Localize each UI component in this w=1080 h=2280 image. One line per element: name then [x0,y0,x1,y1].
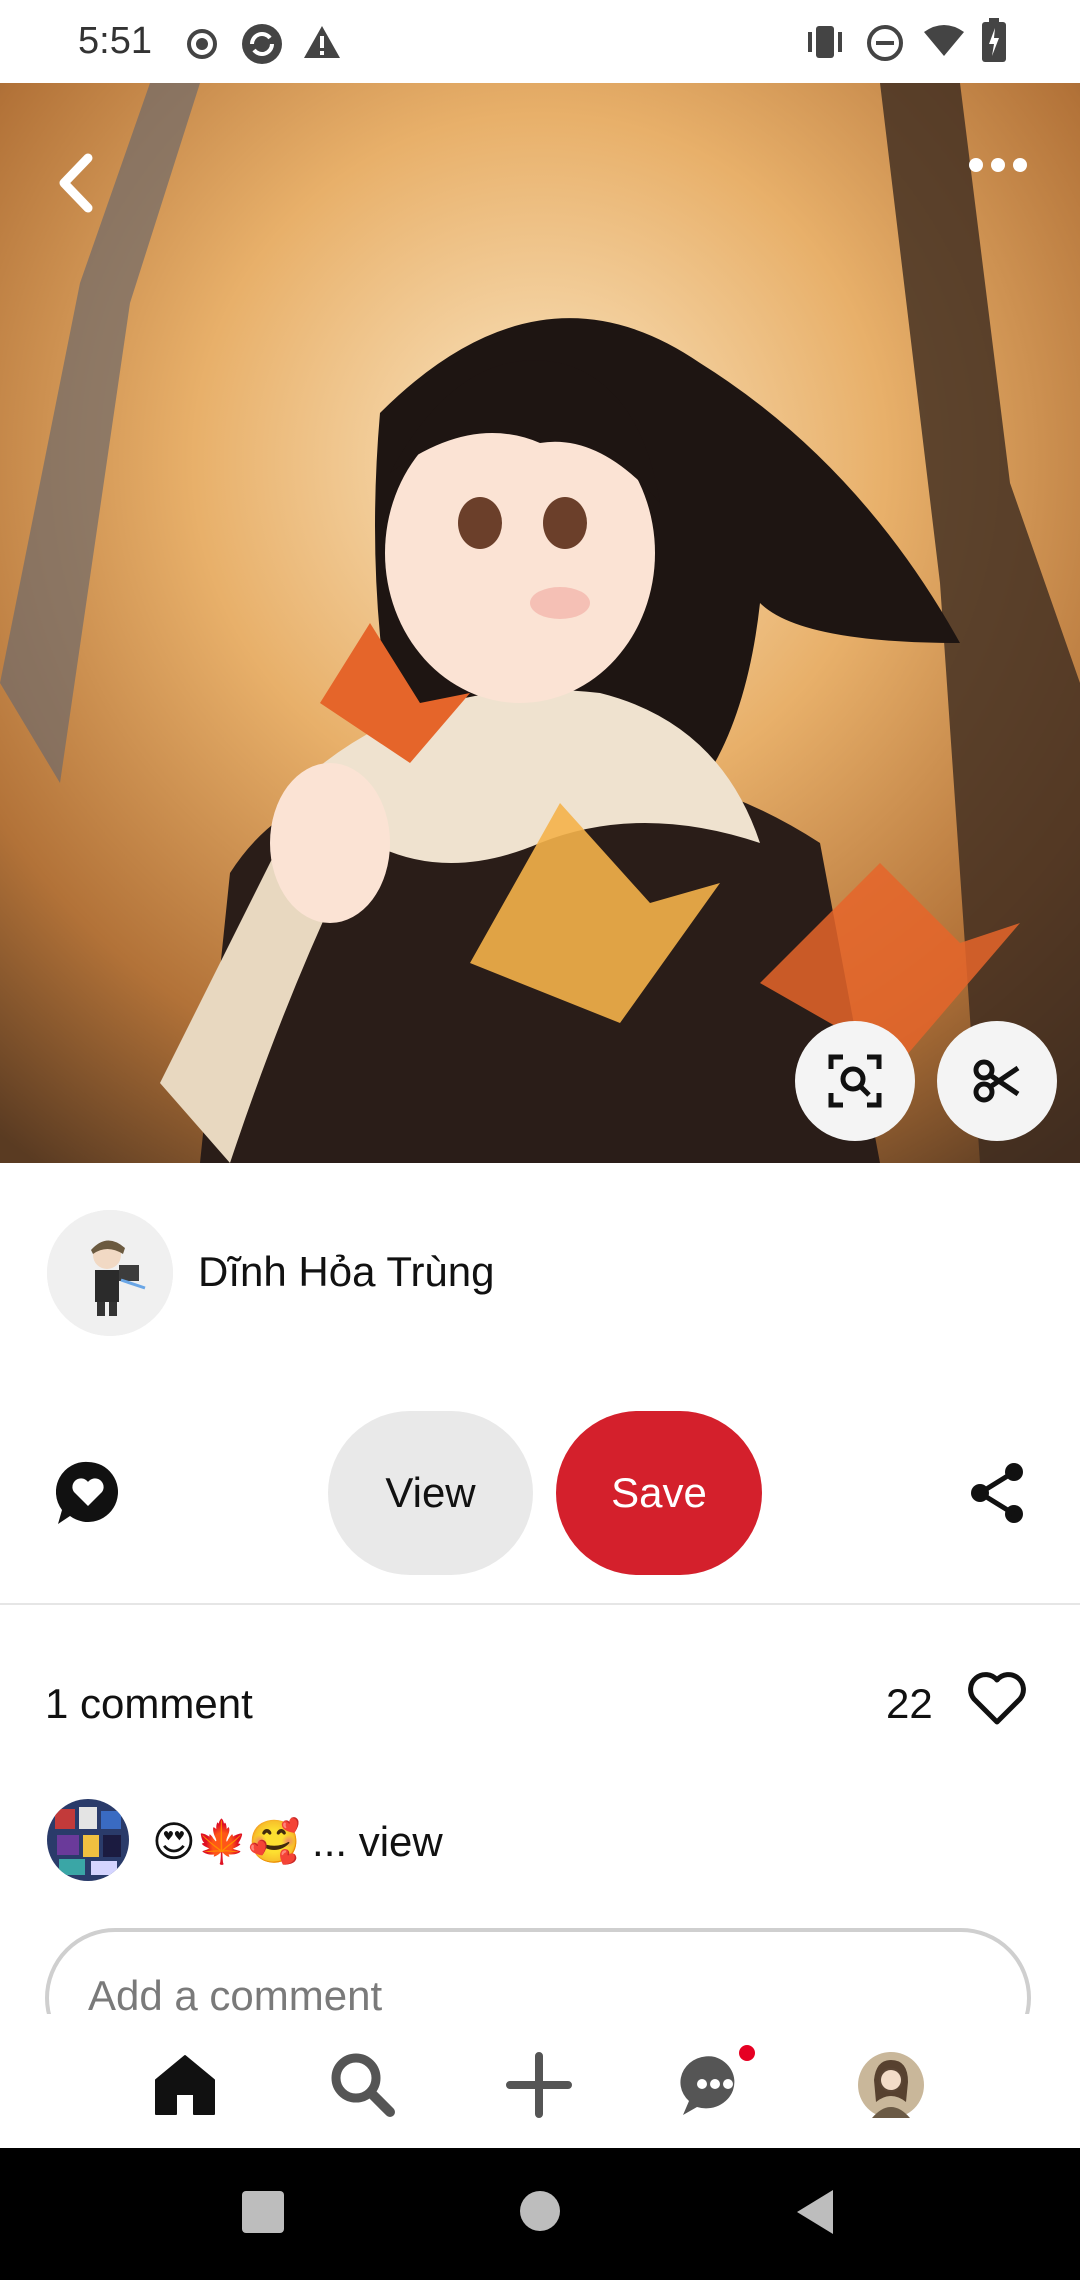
more-horizontal-icon[interactable] [968,155,1028,175]
pin-image[interactable] [0,83,1080,1163]
visual-search-icon [828,1054,882,1108]
plus-icon [506,2052,572,2118]
heart-icon[interactable] [968,1672,1026,1726]
messages-icon [680,2045,755,2115]
cutout-button[interactable] [937,1021,1057,1141]
battery-icon [982,18,1006,62]
save-button[interactable]: Save [556,1411,762,1575]
divider [0,1603,1080,1605]
status-bar: 5:51 [0,0,1080,83]
recents-button[interactable] [242,2191,284,2233]
author-avatar[interactable] [47,1210,173,1336]
comment-preview[interactable]: 😍🍁🥰 ... view [152,1817,443,1867]
nav-create[interactable] [494,2040,584,2130]
status-time: 5:51 [78,20,152,62]
author-name[interactable]: Dĩnh Hỏa Trùng [198,1248,495,1296]
nav-profile[interactable] [846,2040,936,2130]
home-button[interactable] [520,2191,560,2231]
author-avatar-image [47,1210,173,1336]
visual-search-button[interactable] [795,1021,915,1141]
nav-search[interactable] [318,2040,408,2130]
nav-home[interactable] [140,2040,230,2130]
nav-messages[interactable] [670,2040,760,2130]
back-button[interactable] [795,2188,835,2236]
commenter-avatar[interactable] [47,1799,129,1881]
like-count: 22 [886,1680,933,1727]
pin-illustration [0,83,1080,1163]
profile-icon [858,2052,924,2118]
wifi-icon [924,25,964,56]
scissors-icon [973,1059,1020,1103]
chevron-left-icon[interactable] [52,148,102,218]
alert-icon [304,26,340,58]
comment-count: 1 comment [45,1680,253,1727]
system-nav-bar [0,2148,1080,2280]
view-button[interactable]: View [328,1411,533,1575]
record-icon [187,29,217,59]
search-icon [331,2053,395,2117]
home-icon [155,2055,215,2115]
dnd-icon [867,25,903,61]
sync-icon [242,24,282,64]
comment-input-placeholder: Add a comment [88,1972,383,2019]
heart-bubble-icon[interactable] [56,1460,120,1526]
vibrate-icon [808,26,842,58]
commenter-avatar-image [47,1799,129,1881]
share-icon[interactable] [970,1462,1026,1524]
